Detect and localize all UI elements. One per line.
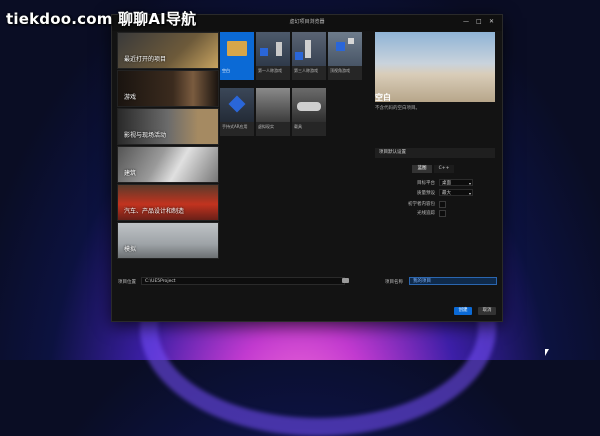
cancel-button[interactable]: 取消 [478,307,496,315]
raytracing-checkbox[interactable] [439,210,446,217]
target-platform-label: 目标平台 [417,181,435,186]
preview-description: 不含代码的空白项目。 [375,106,420,111]
template-first-person[interactable]: 第一人称游戏 [256,32,290,80]
project-browser-window: 虚幻项目浏览器 — □ ✕ 最近打开的项目 游戏 影视与现场活动 建筑 汽车、产… [111,14,503,322]
category-recent-projects[interactable]: 最近打开的项目 [117,32,219,69]
chevron-down-icon: ▾ [468,191,471,196]
template-handheld-ar[interactable]: 手持式AR应用 [220,88,254,136]
category-simulation[interactable]: 模拟 [117,222,219,259]
close-icon[interactable]: ✕ [489,18,494,26]
category-architecture[interactable]: 建筑 [117,146,219,183]
chevron-down-icon: ▾ [468,181,471,186]
create-button[interactable]: 创建 [454,307,472,315]
quality-preset-label: 质量预设 [417,191,435,196]
quality-preset-select[interactable]: 最大 ▾ [439,189,473,196]
template-label: 第一人称游戏 [258,68,282,73]
template-grid: 空白 第一人称游戏 第三人称游戏 顶视角游戏 手持式AR应用 虚拟现实 载具 [220,32,362,146]
category-label: 最近打开的项目 [124,56,167,63]
project-location-input[interactable]: C:\UE5Project [141,277,345,285]
template-label: 顶视角游戏 [330,68,350,73]
folder-icon[interactable] [342,278,349,283]
starter-content-checkbox[interactable] [439,201,446,208]
starter-content-label: 初学者内容包 [408,202,435,207]
preview-title: 空白 [375,93,391,102]
template-top-down[interactable]: 顶视角游戏 [328,32,362,80]
category-label: 游戏 [124,94,137,101]
category-games[interactable]: 游戏 [117,70,219,107]
blueprint-toggle[interactable]: 蓝图 [412,165,432,173]
template-label: 载具 [294,124,302,129]
category-label: 建筑 [124,170,137,177]
category-label: 影视与现场活动 [124,132,167,139]
target-platform-select[interactable]: 桌面 ▾ [439,179,473,186]
category-label: 模拟 [124,246,137,253]
cpp-toggle[interactable]: C++ [434,165,454,173]
settings-header[interactable]: 项目默认设置 [375,148,495,158]
category-automotive[interactable]: 汽车、产品设计和制造 [117,184,219,221]
template-label: 空白 [222,68,230,73]
template-blank[interactable]: 空白 [220,32,254,80]
watermark: tiekdoo.com 聊聊AI导航 [6,10,197,28]
template-third-person[interactable]: 第三人称游戏 [292,32,326,80]
category-label: 汽车、产品设计和制造 [124,208,185,215]
maximize-icon[interactable]: □ [476,18,482,26]
template-label: 虚拟现实 [258,124,274,129]
template-vehicle[interactable]: 载具 [292,88,326,136]
category-film-live-events[interactable]: 影视与现场活动 [117,108,219,145]
template-preview-image [375,32,495,102]
template-virtual-reality[interactable]: 虚拟现实 [256,88,290,136]
folder-icon [220,32,254,66]
raytracing-label: 光线追踪 [417,211,435,216]
minimize-icon[interactable]: — [463,18,469,26]
project-name-input[interactable]: 我的项目 [409,277,497,285]
mouse-cursor-icon [545,349,549,356]
project-name-label: 项目名称 [385,280,403,285]
project-location-label: 项目位置 [118,280,136,285]
template-label: 手持式AR应用 [222,124,248,129]
template-label: 第三人称游戏 [294,68,318,73]
